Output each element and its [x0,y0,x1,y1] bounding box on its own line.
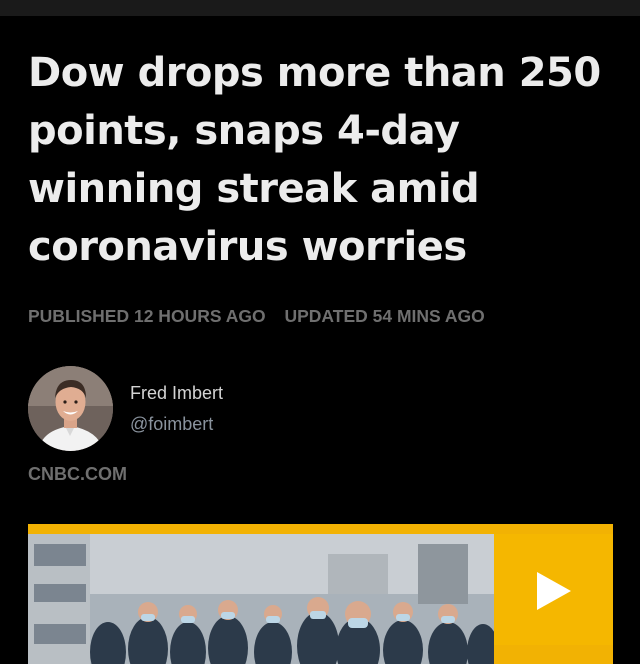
updated-time: UPDATED 54 MINS AGO [284,306,485,326]
published-time: PUBLISHED 12 HOURS AGO [28,306,266,326]
author-avatar[interactable] [28,366,113,451]
article-headline: Dow drops more than 250 points, snaps 4-… [28,50,601,270]
play-button[interactable] [494,534,613,645]
author-handle[interactable]: @foimbert [130,414,213,435]
video-player[interactable] [28,524,613,664]
article-meta: PUBLISHED 12 HOURS AGO UPDATED 54 MINS A… [28,306,485,327]
author-name[interactable]: Fred Imbert [130,383,223,404]
video-thumbnail[interactable] [28,534,494,664]
article-source[interactable]: CNBC.COM [28,464,127,485]
play-icon [537,572,571,610]
top-bar [0,0,640,16]
